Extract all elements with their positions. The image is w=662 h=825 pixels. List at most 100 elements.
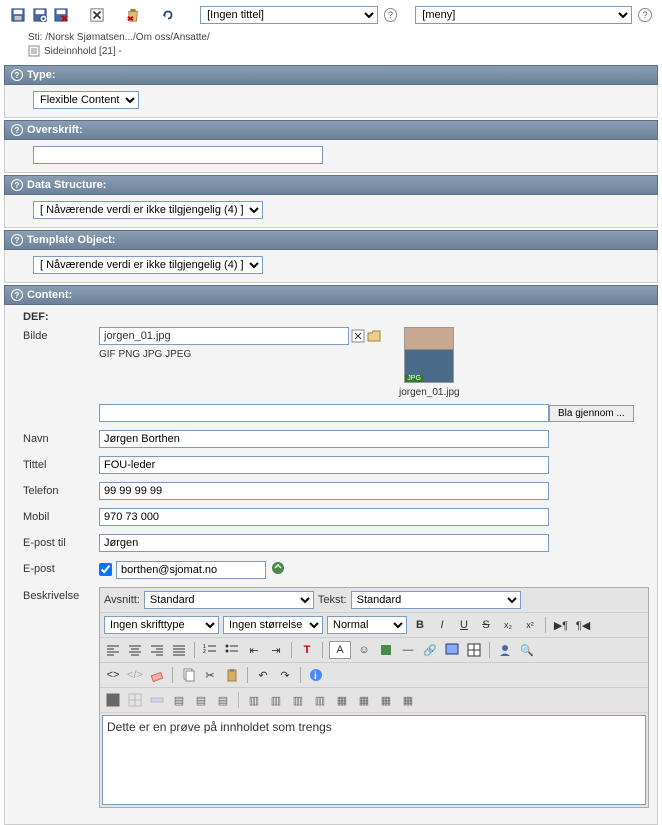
help-icon[interactable]: ? bbox=[11, 124, 23, 136]
epost-label: E-post bbox=[23, 560, 99, 575]
email-link-icon[interactable] bbox=[270, 560, 286, 579]
eraser-icon[interactable] bbox=[148, 666, 166, 684]
list-ul-icon[interactable] bbox=[223, 641, 241, 659]
row-props-icon[interactable] bbox=[148, 691, 166, 709]
thumbnail: JPG bbox=[404, 327, 454, 383]
overskrift-input[interactable] bbox=[33, 146, 323, 164]
rte-textarea[interactable]: Dette er en prøve på innholdet som treng… bbox=[102, 715, 646, 805]
italic-icon[interactable]: I bbox=[433, 616, 451, 634]
rtl-icon[interactable]: ¶◀ bbox=[574, 616, 592, 634]
info-icon[interactable]: i bbox=[307, 666, 325, 684]
image-icon[interactable] bbox=[443, 641, 461, 659]
cell-props-icon[interactable]: ▦ bbox=[333, 691, 351, 709]
cell-merge2-icon[interactable]: ▦ bbox=[399, 691, 417, 709]
list-ol-icon[interactable]: 12 bbox=[201, 641, 219, 659]
link-icon[interactable]: 🔗 bbox=[421, 641, 439, 659]
tittel-input[interactable] bbox=[99, 456, 549, 474]
save-close-icon[interactable] bbox=[54, 7, 70, 23]
hr-icon[interactable]: — bbox=[399, 641, 417, 659]
bold-icon[interactable]: B bbox=[411, 616, 429, 634]
superscript-icon[interactable]: x² bbox=[521, 616, 539, 634]
eposttil-input[interactable] bbox=[99, 534, 549, 552]
help-title-icon[interactable]: ? bbox=[384, 8, 398, 22]
browse-input[interactable] bbox=[99, 404, 549, 422]
undo-icon[interactable] bbox=[161, 7, 177, 23]
table-props-icon[interactable] bbox=[126, 691, 144, 709]
page-subline: Sideinnhold [21] - bbox=[0, 43, 662, 63]
browse-button[interactable]: Bla gjennom ... bbox=[549, 405, 634, 422]
close-icon[interactable] bbox=[89, 7, 105, 23]
redo-rte-icon[interactable]: ↷ bbox=[276, 666, 294, 684]
avsnitt-select[interactable]: Standard bbox=[144, 591, 314, 609]
textcolor-icon[interactable]: T bbox=[298, 641, 316, 659]
help-icon[interactable]: ? bbox=[11, 69, 23, 81]
help-icon[interactable]: ? bbox=[11, 289, 23, 301]
svg-text:2: 2 bbox=[203, 649, 206, 655]
title-select[interactable]: [Ingen tittel] bbox=[200, 6, 377, 24]
type-select[interactable]: Flexible Content bbox=[33, 91, 139, 109]
svg-text:i: i bbox=[314, 671, 317, 682]
bilde-label: Bilde bbox=[23, 327, 99, 342]
delete-row-icon[interactable]: ▤ bbox=[214, 691, 232, 709]
save-icon[interactable] bbox=[10, 7, 26, 23]
cut-icon[interactable]: ✂ bbox=[201, 666, 219, 684]
help-icon[interactable]: ? bbox=[11, 179, 23, 191]
epost-checkbox[interactable] bbox=[99, 563, 112, 576]
toggle-border-icon[interactable] bbox=[104, 691, 122, 709]
char-icon[interactable] bbox=[377, 641, 395, 659]
section-to-header: ?Template Object: bbox=[4, 230, 658, 250]
cell-merge-icon[interactable]: ▦ bbox=[377, 691, 395, 709]
telefon-label: Telefon bbox=[23, 482, 99, 497]
align-left-icon[interactable] bbox=[104, 641, 122, 659]
clean-icon[interactable]: </> bbox=[126, 666, 144, 684]
indent-icon[interactable]: ⇥ bbox=[267, 641, 285, 659]
delete-icon[interactable] bbox=[125, 7, 141, 23]
folder-icon[interactable] bbox=[367, 329, 381, 343]
copy-icon[interactable] bbox=[179, 666, 197, 684]
delete-col-icon[interactable]: ▥ bbox=[311, 691, 329, 709]
mobil-input[interactable] bbox=[99, 508, 549, 526]
thumb-caption: jorgen_01.jpg bbox=[399, 387, 460, 398]
insert-row-before-icon[interactable]: ▤ bbox=[170, 691, 188, 709]
subscript-icon[interactable]: x₂ bbox=[499, 616, 517, 634]
epost-input[interactable] bbox=[116, 561, 266, 579]
insert-col-before-icon[interactable]: ▥ bbox=[267, 691, 285, 709]
menu-select[interactable]: [meny] bbox=[415, 6, 632, 24]
help-menu-icon[interactable]: ? bbox=[638, 8, 652, 22]
cell-split-icon[interactable]: ▦ bbox=[355, 691, 373, 709]
align-right-icon[interactable] bbox=[148, 641, 166, 659]
insert-col-after-icon[interactable]: ▥ bbox=[289, 691, 307, 709]
col-split-icon[interactable]: ▥ bbox=[245, 691, 263, 709]
save-view-icon[interactable] bbox=[32, 7, 48, 23]
ds-select[interactable]: [ Nåværende verdi er ikke tilgjengelig (… bbox=[33, 201, 263, 219]
font-select[interactable]: Ingen skrifttype bbox=[104, 616, 219, 634]
align-justify-icon[interactable] bbox=[170, 641, 188, 659]
insert-row-after-icon[interactable]: ▤ bbox=[192, 691, 210, 709]
eposttil-label: E-post til bbox=[23, 534, 99, 549]
tekst-select[interactable]: Standard bbox=[351, 591, 521, 609]
user-icon[interactable] bbox=[496, 641, 514, 659]
formats-text: GIF PNG JPG JPEG bbox=[99, 349, 381, 360]
navn-input[interactable] bbox=[99, 430, 549, 448]
clear-file-icon[interactable] bbox=[351, 329, 365, 343]
strike-icon[interactable]: S bbox=[477, 616, 495, 634]
bgcolor-icon[interactable]: A bbox=[329, 641, 351, 659]
table-icon[interactable] bbox=[465, 641, 483, 659]
bilde-filename: jorgen_01.jpg bbox=[99, 327, 349, 345]
outdent-icon[interactable]: ⇤ bbox=[245, 641, 263, 659]
telefon-input[interactable] bbox=[99, 482, 549, 500]
help-icon[interactable]: ? bbox=[11, 234, 23, 246]
weight-select[interactable]: Normal bbox=[327, 616, 407, 634]
find-icon[interactable]: 🔍 bbox=[518, 641, 536, 659]
section-content-header: ?Content: bbox=[4, 285, 658, 305]
emoji-icon[interactable]: ☺ bbox=[355, 641, 373, 659]
html-icon[interactable]: <> bbox=[104, 666, 122, 684]
size-select[interactable]: Ingen størrelse bbox=[223, 616, 323, 634]
align-center-icon[interactable] bbox=[126, 641, 144, 659]
paste-icon[interactable] bbox=[223, 666, 241, 684]
underline-icon[interactable]: U bbox=[455, 616, 473, 634]
to-select[interactable]: [ Nåværende verdi er ikke tilgjengelig (… bbox=[33, 256, 263, 274]
navn-label: Navn bbox=[23, 430, 99, 445]
ltr-icon[interactable]: ▶¶ bbox=[552, 616, 570, 634]
undo-rte-icon[interactable]: ↶ bbox=[254, 666, 272, 684]
